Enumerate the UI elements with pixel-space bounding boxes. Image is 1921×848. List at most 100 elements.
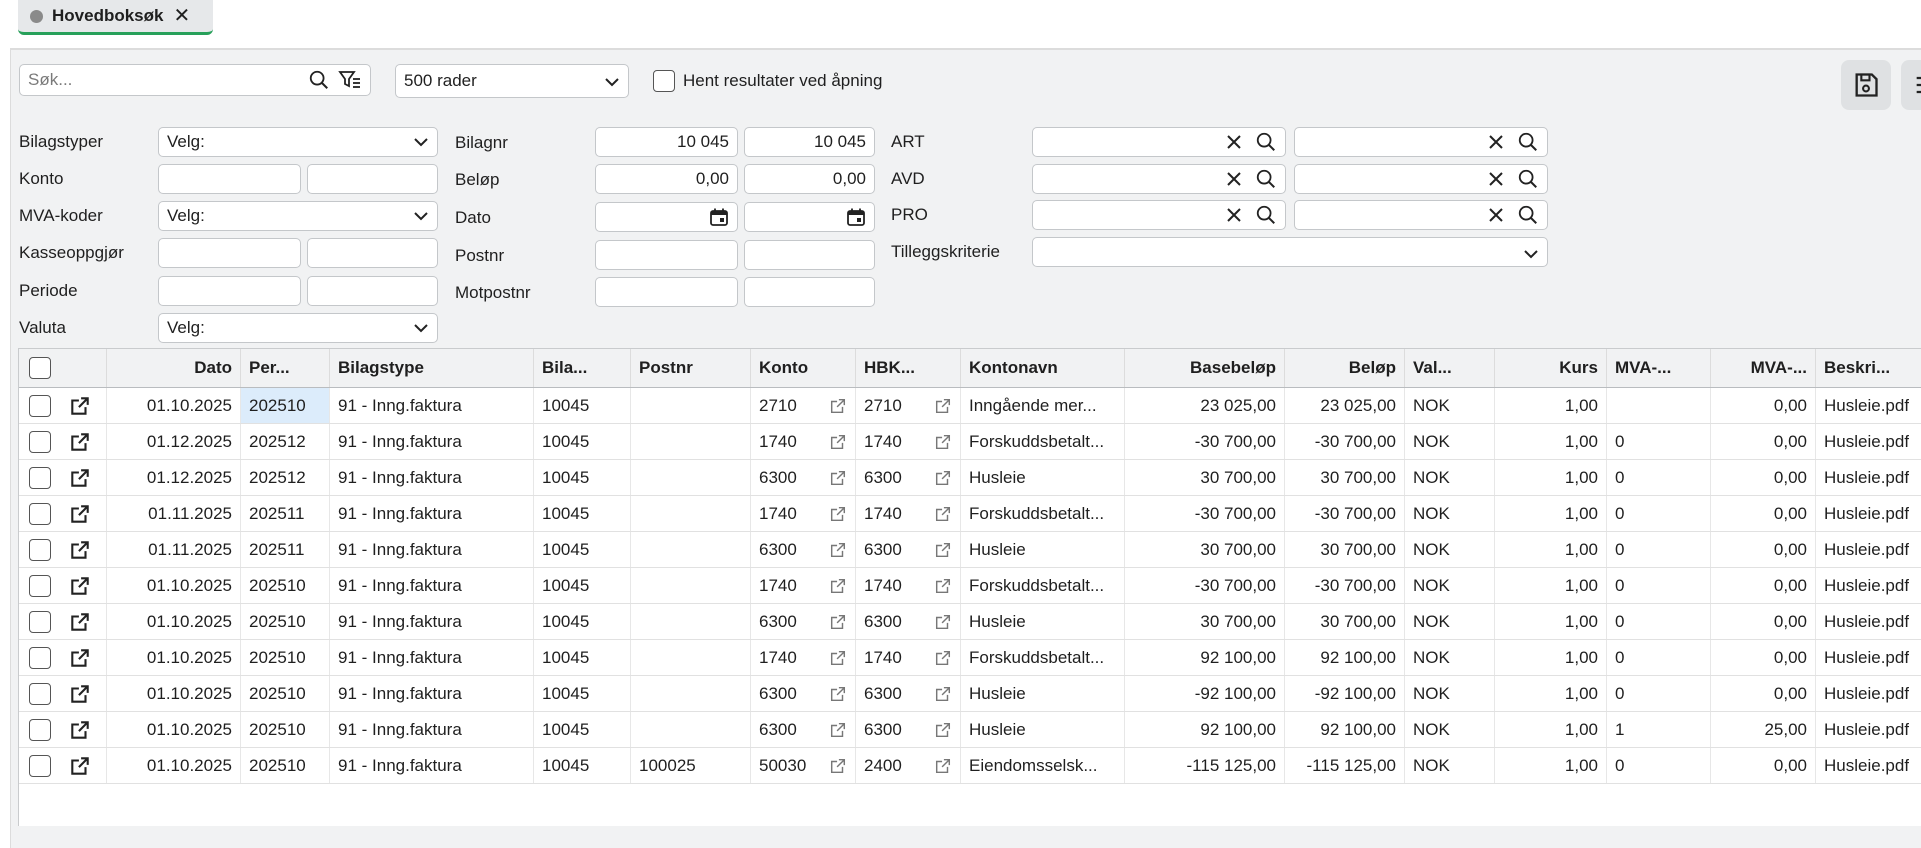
belop-to-input[interactable]: 0,00 bbox=[744, 164, 875, 194]
pro-to-input[interactable] bbox=[1294, 200, 1548, 230]
periode-from-input[interactable] bbox=[158, 276, 301, 306]
kasseoppgjor-from-input[interactable] bbox=[158, 238, 301, 268]
col-beskrivelse[interactable]: Beskri... bbox=[1816, 349, 1921, 387]
col-hbk[interactable]: HBK... bbox=[856, 349, 961, 387]
table-row[interactable]: 01.10.2025 202510 91 - Inng.faktura 10045 63… bbox=[19, 676, 1921, 712]
open-link-icon[interactable] bbox=[829, 433, 847, 451]
row-checkbox[interactable] bbox=[29, 466, 51, 489]
col-basebelop[interactable]: Basebeløp bbox=[1125, 349, 1285, 387]
search-icon[interactable] bbox=[1255, 204, 1277, 231]
col-periode[interactable]: Per... bbox=[241, 349, 330, 387]
postnr-to-input[interactable] bbox=[744, 240, 875, 270]
clear-icon[interactable] bbox=[1487, 170, 1505, 193]
open-link-icon[interactable] bbox=[829, 721, 847, 739]
bilagstyper-select[interactable]: Velg: bbox=[158, 127, 438, 157]
table-row[interactable]: 01.11.2025 202511 91 - Inng.faktura 10045 17… bbox=[19, 496, 1921, 532]
open-external-icon[interactable] bbox=[69, 431, 91, 453]
open-external-icon[interactable] bbox=[69, 719, 91, 741]
art-to-input[interactable] bbox=[1294, 127, 1548, 157]
calendar-icon[interactable] bbox=[846, 207, 866, 232]
bilagnr-from-input[interactable]: 10 045 bbox=[595, 127, 738, 157]
open-link-icon[interactable] bbox=[934, 397, 952, 415]
open-link-icon[interactable] bbox=[934, 721, 952, 739]
periode-to-input[interactable] bbox=[307, 276, 438, 306]
open-external-icon[interactable] bbox=[69, 611, 91, 633]
col-kurs[interactable]: Kurs bbox=[1495, 349, 1607, 387]
col-bilagnr[interactable]: Bila... bbox=[534, 349, 631, 387]
col-valuta[interactable]: Val... bbox=[1405, 349, 1495, 387]
tab-hovedboksok[interactable]: Hovedboksøk ✕ bbox=[18, 0, 213, 35]
calendar-icon[interactable] bbox=[709, 207, 729, 232]
belop-from-input[interactable]: 0,00 bbox=[595, 164, 738, 194]
open-link-icon[interactable] bbox=[934, 685, 952, 703]
open-link-icon[interactable] bbox=[934, 541, 952, 559]
motpostnr-from-input[interactable] bbox=[595, 277, 738, 307]
open-link-icon[interactable] bbox=[829, 685, 847, 703]
clear-icon[interactable] bbox=[1225, 206, 1243, 229]
open-link-icon[interactable] bbox=[829, 649, 847, 667]
filter-icon[interactable] bbox=[338, 70, 362, 95]
fetch-on-open-checkbox[interactable] bbox=[653, 70, 675, 92]
open-external-icon[interactable] bbox=[69, 647, 91, 669]
search-icon[interactable] bbox=[1517, 131, 1539, 158]
table-row[interactable]: 01.10.2025 202510 91 - Inng.faktura 10045 10… bbox=[19, 748, 1921, 784]
dato-from-input[interactable] bbox=[595, 202, 738, 232]
konto-to-input[interactable] bbox=[307, 164, 438, 194]
table-row[interactable]: 01.12.2025 202512 91 - Inng.faktura 10045 63… bbox=[19, 460, 1921, 496]
search-input[interactable]: Søk... bbox=[19, 64, 371, 96]
table-row[interactable]: 01.10.2025 202510 91 - Inng.faktura 10045 17… bbox=[19, 640, 1921, 676]
table-row[interactable]: 01.10.2025 202510 91 - Inng.faktura 10045 63… bbox=[19, 604, 1921, 640]
open-external-icon[interactable] bbox=[69, 683, 91, 705]
table-row[interactable]: 01.12.2025 202512 91 - Inng.faktura 10045 17… bbox=[19, 424, 1921, 460]
open-link-icon[interactable] bbox=[934, 505, 952, 523]
row-checkbox[interactable] bbox=[29, 574, 51, 597]
open-link-icon[interactable] bbox=[829, 397, 847, 415]
table-row[interactable]: 01.10.2025 202510 91 - Inng.faktura 10045 63… bbox=[19, 712, 1921, 748]
art-from-input[interactable] bbox=[1032, 127, 1286, 157]
row-checkbox[interactable] bbox=[29, 502, 51, 525]
clear-icon[interactable] bbox=[1487, 206, 1505, 229]
motpostnr-to-input[interactable] bbox=[744, 277, 875, 307]
row-checkbox[interactable] bbox=[29, 394, 51, 417]
open-link-icon[interactable] bbox=[829, 541, 847, 559]
open-external-icon[interactable] bbox=[69, 503, 91, 525]
save-button[interactable] bbox=[1841, 60, 1891, 110]
search-icon[interactable] bbox=[1517, 204, 1539, 231]
col-mvabelop[interactable]: MVA-... bbox=[1711, 349, 1816, 387]
table-row[interactable]: 01.10.2025 202510 91 - Inng.faktura 10045 17… bbox=[19, 568, 1921, 604]
tilleggskriterie-select[interactable] bbox=[1032, 237, 1548, 267]
search-icon[interactable] bbox=[1517, 168, 1539, 195]
col-kontonavn[interactable]: Kontonavn bbox=[961, 349, 1125, 387]
row-checkbox[interactable] bbox=[29, 538, 51, 561]
clear-icon[interactable] bbox=[1225, 133, 1243, 156]
table-row[interactable]: 01.10.2025 202510 91 - Inng.faktura 10045 27… bbox=[19, 388, 1921, 424]
open-link-icon[interactable] bbox=[829, 613, 847, 631]
search-icon[interactable] bbox=[1255, 131, 1277, 158]
row-checkbox[interactable] bbox=[29, 682, 51, 705]
row-checkbox[interactable] bbox=[29, 754, 51, 777]
open-external-icon[interactable] bbox=[69, 395, 91, 417]
avd-to-input[interactable] bbox=[1294, 164, 1548, 194]
search-icon[interactable] bbox=[308, 69, 330, 96]
pro-from-input[interactable] bbox=[1032, 200, 1286, 230]
col-mvakode[interactable]: MVA-... bbox=[1607, 349, 1711, 387]
konto-from-input[interactable] bbox=[158, 164, 301, 194]
row-checkbox[interactable] bbox=[29, 610, 51, 633]
select-all-checkbox[interactable] bbox=[29, 357, 51, 379]
bilagnr-to-input[interactable]: 10 045 bbox=[744, 127, 875, 157]
open-link-icon[interactable] bbox=[829, 577, 847, 595]
open-link-icon[interactable] bbox=[934, 757, 952, 775]
open-external-icon[interactable] bbox=[69, 575, 91, 597]
avd-from-input[interactable] bbox=[1032, 164, 1286, 194]
open-link-icon[interactable] bbox=[934, 613, 952, 631]
kasseoppgjor-to-input[interactable] bbox=[307, 238, 438, 268]
clear-icon[interactable] bbox=[1487, 133, 1505, 156]
open-link-icon[interactable] bbox=[829, 505, 847, 523]
mva-koder-select[interactable]: Velg: bbox=[158, 201, 438, 231]
rows-select[interactable]: 500 rader bbox=[395, 64, 629, 98]
open-link-icon[interactable] bbox=[934, 649, 952, 667]
open-link-icon[interactable] bbox=[934, 577, 952, 595]
col-bilagstype[interactable]: Bilagstype bbox=[330, 349, 534, 387]
open-link-icon[interactable] bbox=[934, 469, 952, 487]
open-external-icon[interactable] bbox=[69, 467, 91, 489]
